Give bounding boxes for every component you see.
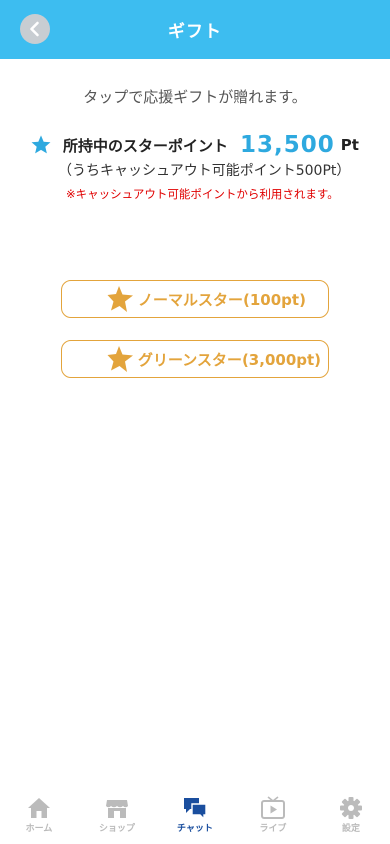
tab-bar: ホーム ショップ チャット ライブ 設定: [0, 792, 390, 844]
tab-home[interactable]: ホーム: [9, 792, 69, 834]
app-header: ギフト: [0, 0, 390, 59]
shop-icon: [106, 800, 128, 818]
tab-label: ライブ: [259, 824, 287, 834]
points-value: 13,500: [240, 132, 335, 158]
points-unit: Pt: [340, 136, 359, 154]
points-summary: 所持中のスターポイント 13,500 Pt: [30, 132, 370, 158]
cashout-notice: ※キャッシュアウト可能ポイントから利用されます。: [66, 187, 339, 201]
back-button[interactable]: [20, 14, 50, 44]
tab-label: 設定: [341, 824, 360, 834]
home-icon: [28, 798, 50, 818]
chat-icon: [184, 798, 207, 820]
page-title: ギフト: [168, 22, 222, 42]
tab-settings[interactable]: 設定: [321, 792, 381, 834]
tab-label: ショップ: [98, 824, 135, 834]
gear-icon: [340, 797, 362, 819]
tab-label: ホーム: [25, 824, 53, 834]
gift-label: グリーンスター(3,000pt): [138, 350, 322, 369]
points-label: 所持中のスターポイント: [63, 136, 229, 155]
chevron-left-icon: [30, 21, 39, 37]
tab-live[interactable]: ライブ: [243, 792, 303, 834]
tab-chat[interactable]: チャット: [165, 792, 225, 834]
star-icon: [107, 286, 133, 312]
intro-text: タップで応援ギフトが贈れます。: [83, 88, 307, 106]
tab-shop[interactable]: ショップ: [87, 792, 147, 834]
cashout-note: （うちキャッシュアウト可能ポイント500Pt）: [58, 163, 351, 179]
star-icon: [107, 346, 133, 372]
tab-label: チャット: [177, 824, 213, 834]
gift-green-star-button[interactable]: グリーンスター(3,000pt): [61, 340, 329, 378]
gift-label: ノーマルスター(100pt): [138, 290, 306, 309]
gift-normal-star-button[interactable]: ノーマルスター(100pt): [61, 280, 329, 318]
star-icon: [31, 135, 51, 154]
live-icon: [261, 796, 285, 819]
